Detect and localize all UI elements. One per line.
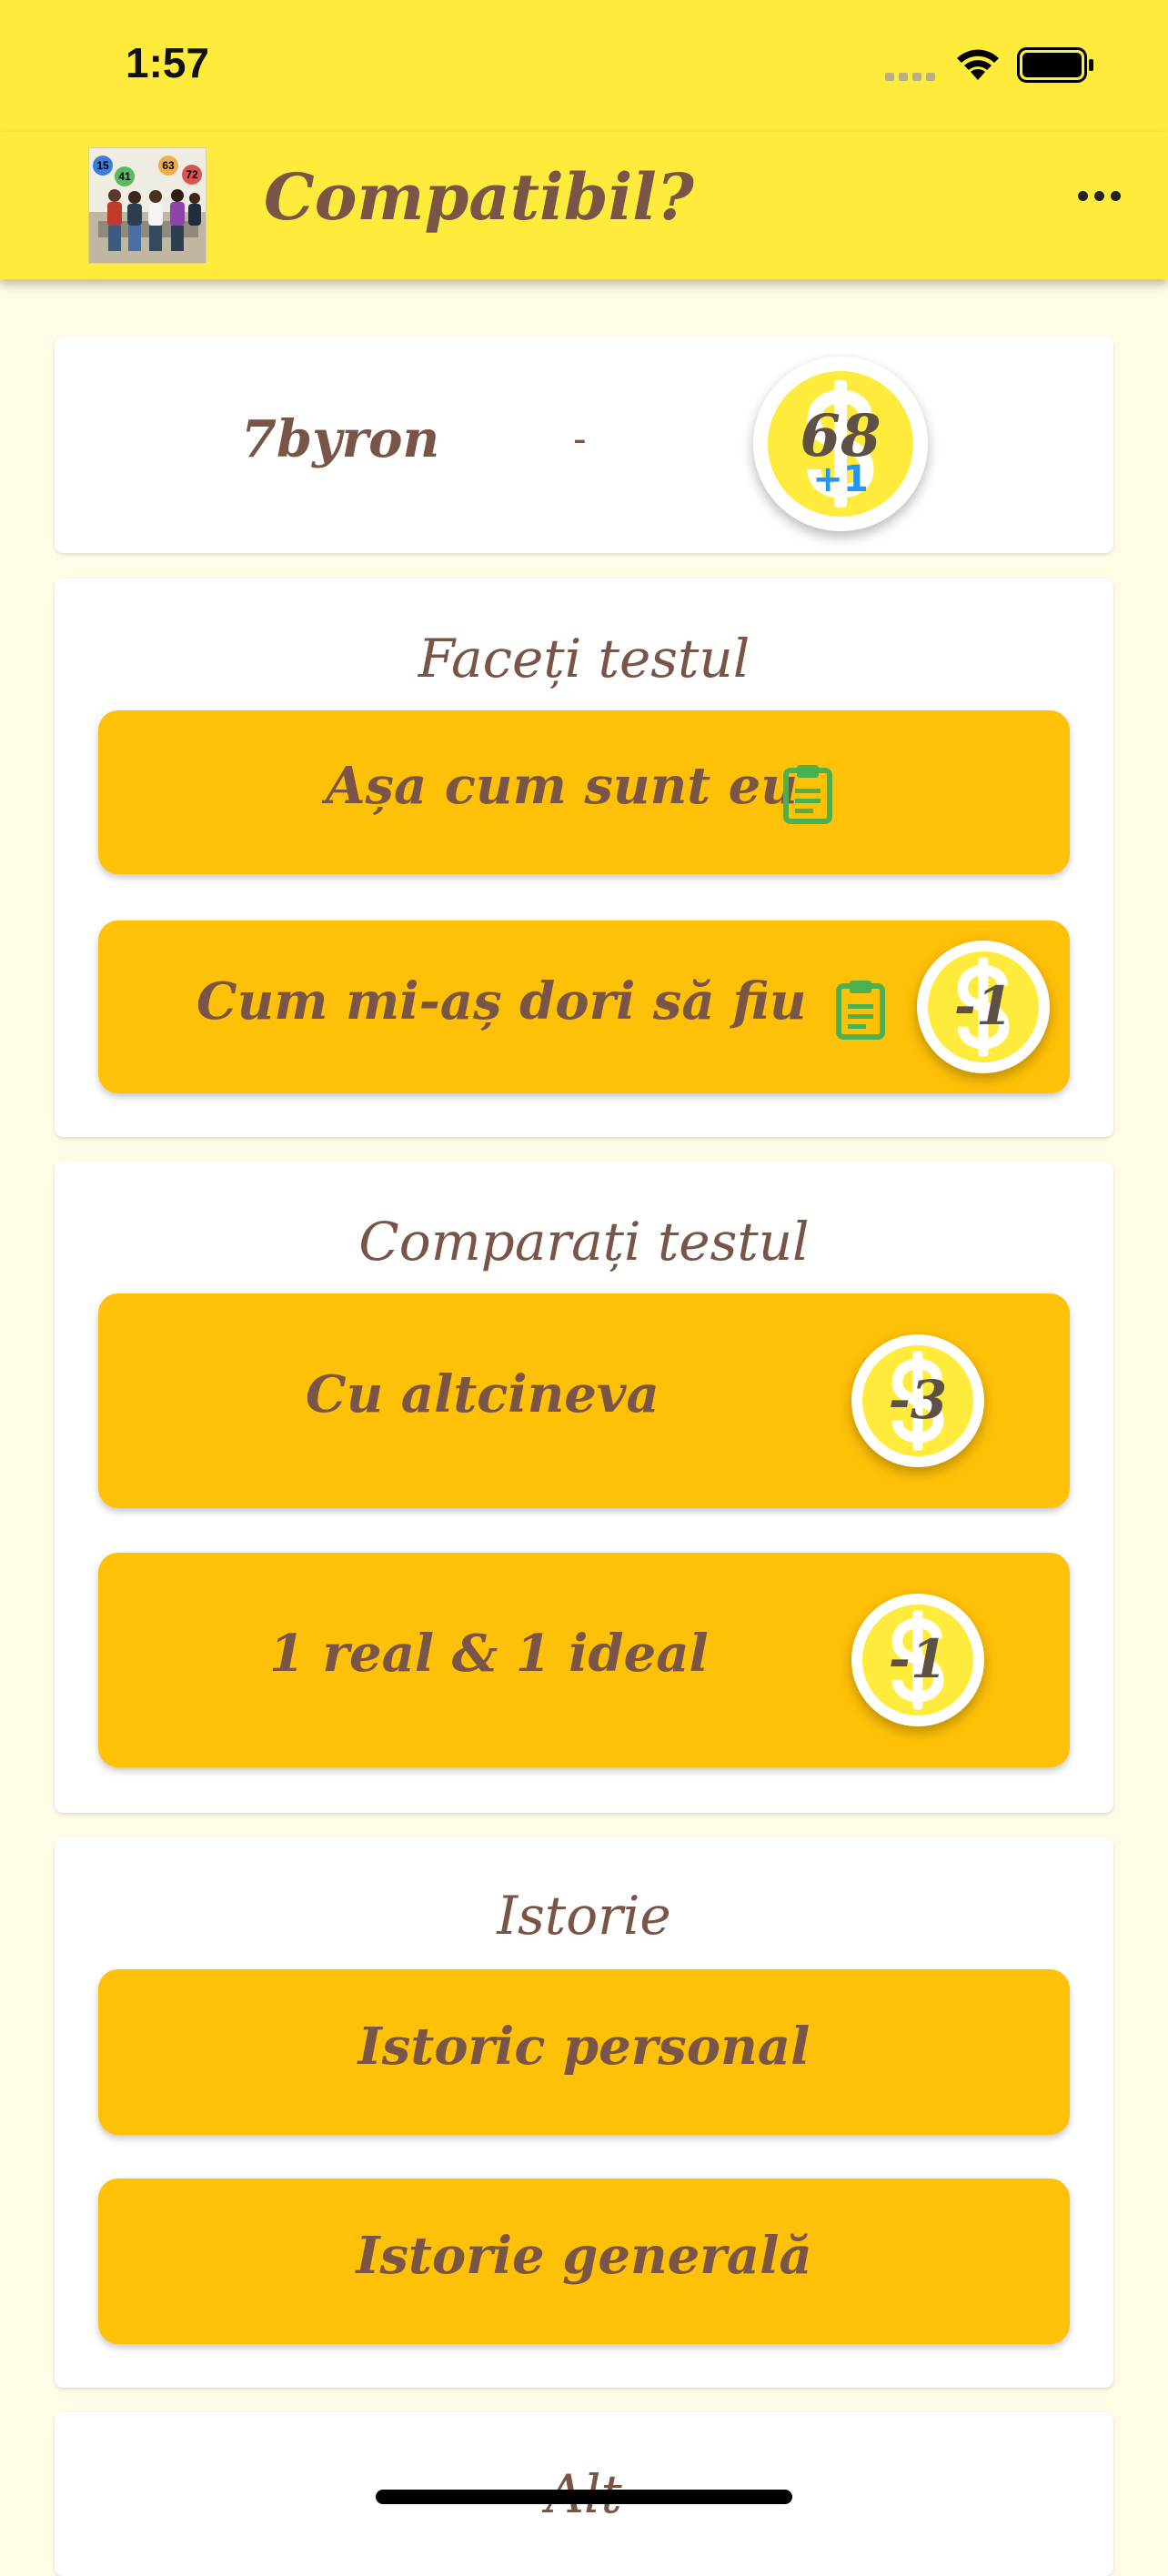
app-logo[interactable]: 15 41 63 72 <box>88 147 206 264</box>
history-title: Istorie <box>497 1885 671 1947</box>
cost-value: -1 <box>888 1628 948 1690</box>
with-someone-else-label: Cu altcineva <box>306 1364 660 1424</box>
coin-balance-badge[interactable]: 68 +1 <box>753 357 928 531</box>
coin-delta: +1 <box>812 458 869 500</box>
how-i-wish-label: Cum mi-aș dori să fiu <box>196 971 807 1031</box>
cellular-signal-icon <box>885 73 935 81</box>
history-card: Istorie Istoric personal Istorie general… <box>55 1837 1113 2388</box>
more-horizontal-icon[interactable] <box>1078 191 1121 201</box>
home-indicator[interactable] <box>376 2490 792 2504</box>
logo-badge: 63 <box>158 156 178 176</box>
clipboard-icon <box>783 765 832 824</box>
app-bar: 15 41 63 72 Compatibil? <box>0 132 1168 279</box>
logo-badge: 41 <box>115 166 135 186</box>
compare-test-card: Comparați testul Cu altcineva -3 1 real … <box>55 1162 1113 1813</box>
as-i-am-label: Așa cum sunt eu <box>326 756 798 816</box>
username: 7byron <box>241 409 440 469</box>
wifi-icon <box>957 49 999 80</box>
as-i-am-button[interactable]: Așa cum sunt eu <box>98 710 1070 874</box>
user-card: 7byron - 68 +1 <box>55 337 1113 553</box>
real-and-ideal-button[interactable]: 1 real & 1 ideal -1 <box>98 1553 1070 1767</box>
take-test-card: Faceți testul Așa cum sunt eu Cum mi-aș … <box>55 579 1113 1137</box>
battery-icon <box>1017 47 1093 83</box>
general-history-label: Istorie generală <box>356 2226 812 2286</box>
username-separator: - <box>573 417 587 461</box>
with-someone-else-button[interactable]: Cu altcineva -3 <box>98 1293 1070 1508</box>
cost-badge: -1 <box>851 1594 984 1726</box>
cost-badge: -1 <box>917 941 1050 1073</box>
status-bar: 1:57 <box>0 0 1168 132</box>
cost-badge: -3 <box>851 1334 984 1467</box>
logo-badge: 72 <box>182 165 202 185</box>
take-test-title: Faceți testul <box>418 628 750 689</box>
cost-value: -3 <box>888 1369 948 1431</box>
app-title: Compatibil? <box>264 159 694 235</box>
general-history-button[interactable]: Istorie generală <box>98 2179 1070 2344</box>
compare-test-title: Comparați testul <box>358 1211 810 1273</box>
personal-history-button[interactable]: Istoric personal <box>98 1969 1070 2135</box>
status-time: 1:57 <box>126 39 210 86</box>
clipboard-icon <box>836 981 885 1040</box>
cost-value: -1 <box>953 975 1013 1037</box>
real-and-ideal-label: 1 real & 1 ideal <box>269 1624 709 1684</box>
how-i-wish-button[interactable]: Cum mi-aș dori să fiu -1 <box>98 921 1070 1093</box>
logo-badge: 15 <box>93 156 113 176</box>
personal-history-label: Istoric personal <box>357 2017 811 2077</box>
